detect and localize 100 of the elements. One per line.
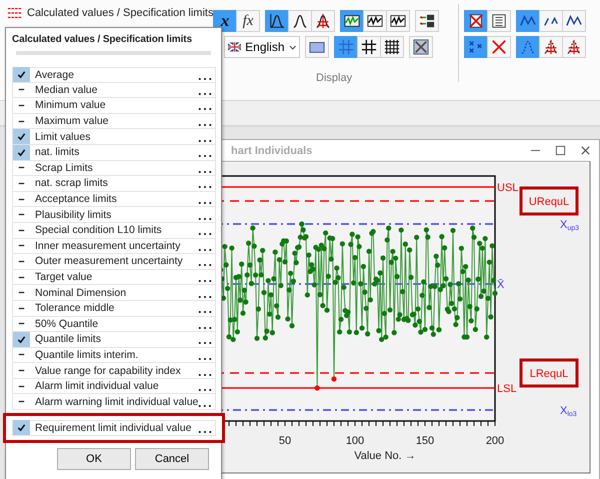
more-icon[interactable] [198,123,212,128]
option-row[interactable]: Minimum value [12,98,216,114]
more-icon[interactable] [198,201,212,206]
checkbox[interactable] [13,420,30,436]
checkbox[interactable] [13,332,30,347]
checkbox[interactable] [13,144,30,160]
option-label: Target value [34,271,92,284]
language-dropdown[interactable]: English [224,36,300,58]
option-label: Minimum value [34,99,106,112]
more-icon[interactable] [198,372,212,377]
toolbar-button[interactable] [562,36,586,58]
toolbar-button[interactable] [415,10,439,32]
option-row[interactable]: Plausibility limits [12,207,216,223]
option-row[interactable]: nat. limits [12,144,216,161]
more-icon[interactable] [198,248,212,252]
toolbar-button[interactable] [340,10,364,32]
option-row[interactable]: Alarm warning limit individual value [12,394,216,410]
toolbar-button[interactable] [539,36,563,58]
option-row[interactable]: Median value [12,82,216,98]
option-row[interactable]: Value range for capability index [12,363,216,379]
toolbar-button[interactable] [288,10,312,32]
tick-label: 150 [416,435,434,447]
toolbar-button[interactable] [539,10,563,32]
option-label: nat. scrap limits [34,177,108,190]
option-label: Maximum value [34,115,109,128]
more-icon[interactable] [198,263,212,268]
ribbon-lines-icon [7,5,23,21]
toolbar-button[interactable] [409,36,433,58]
toolbar-button[interactable] [305,36,329,58]
more-icon[interactable] [198,154,212,158]
toolbar-button[interactable] [464,10,488,32]
toolbar-button[interactable] [487,10,511,32]
toolbar-button[interactable] [357,36,381,58]
option-row[interactable]: Quantile limits [12,332,216,348]
option-row[interactable]: Outer measurement uncertainty [12,254,216,270]
option-row[interactable]: Acceptance limits [12,192,216,208]
more-icon[interactable] [198,294,212,299]
limits-dropdown[interactable]: Calculated values / Specification limits [5,3,216,23]
more-icon[interactable] [198,232,212,236]
option-row[interactable]: Scrap Limits [12,160,216,176]
more-icon[interactable] [198,185,212,190]
limit-label: X̄ [497,279,504,291]
option-row[interactable]: Inner measurement uncertainty [12,238,216,254]
option-label: Median value [34,84,98,96]
option-row[interactable]: Target value [12,270,216,286]
more-icon[interactable] [198,279,212,284]
more-icon[interactable] [198,341,212,346]
peak-limits-icon [566,39,582,55]
more-icon[interactable] [198,170,212,174]
option-row[interactable]: Nominal Dimension [12,285,216,301]
option-label: Value range for capability index [34,364,181,377]
toolbar-button[interactable] [380,36,404,58]
option-row[interactable]: Average [12,67,216,83]
option-row[interactable]: Maximum value [12,114,216,130]
more-icon[interactable] [198,107,212,112]
dialog-button[interactable]: OK [57,448,131,470]
option-label: Scrap Limits [34,162,93,174]
option-row[interactable]: Requirement limit individual value [12,420,216,436]
limit-label: LRequL [530,368,568,380]
close-icon[interactable] [580,145,591,156]
option-row[interactable]: Quantile limits interim. [12,348,216,364]
bell-icon [292,13,308,29]
option-row[interactable]: Limit values [12,129,216,145]
chevron-down-icon [288,44,296,50]
checkmark-icon [17,70,26,80]
option-row[interactable]: Tolerance middle [12,300,216,316]
limit-label: LSL [497,383,517,395]
option-row[interactable]: Alarm limit individual value [12,378,216,394]
toolbar-button[interactable] [363,10,387,32]
more-icon[interactable] [198,326,212,330]
dialog-button[interactable]: Cancel [135,448,209,470]
option-row[interactable]: nat. scrap limits [12,176,216,192]
more-icon[interactable] [198,430,212,434]
more-icon[interactable] [198,76,212,81]
toolbar-button[interactable] [265,10,289,32]
more-icon[interactable] [198,92,212,96]
more-icon[interactable] [198,310,212,314]
checkbox[interactable] [13,129,30,144]
option-label: Limit values [34,130,90,143]
option-label: nat. limits [34,146,80,158]
more-icon[interactable] [198,404,212,408]
option-label: Quantile limits [34,333,101,346]
more-icon[interactable] [198,388,212,392]
checkbox[interactable] [13,67,30,82]
more-icon[interactable] [198,138,212,143]
more-icon[interactable] [198,216,212,221]
option-row[interactable]: 50% Quantile [12,316,216,332]
maximize-icon[interactable] [555,145,566,156]
option-row[interactable]: Special condition L10 limits [12,222,216,239]
limit-label: URequL [528,196,570,208]
option-label: Quantile limits interim. [34,348,138,361]
toolbar-button[interactable] [562,10,586,32]
more-icon[interactable] [198,356,212,361]
tick-label: 100 [346,435,364,447]
window-title: hart Individuals [231,144,312,156]
bell-axis-icon [269,13,285,29]
axis-title: Value No. → [354,450,416,462]
toolbar-button[interactable] [311,10,335,32]
toolbar-button[interactable] [386,10,410,32]
toolbar-button[interactable]: fx [236,10,260,32]
